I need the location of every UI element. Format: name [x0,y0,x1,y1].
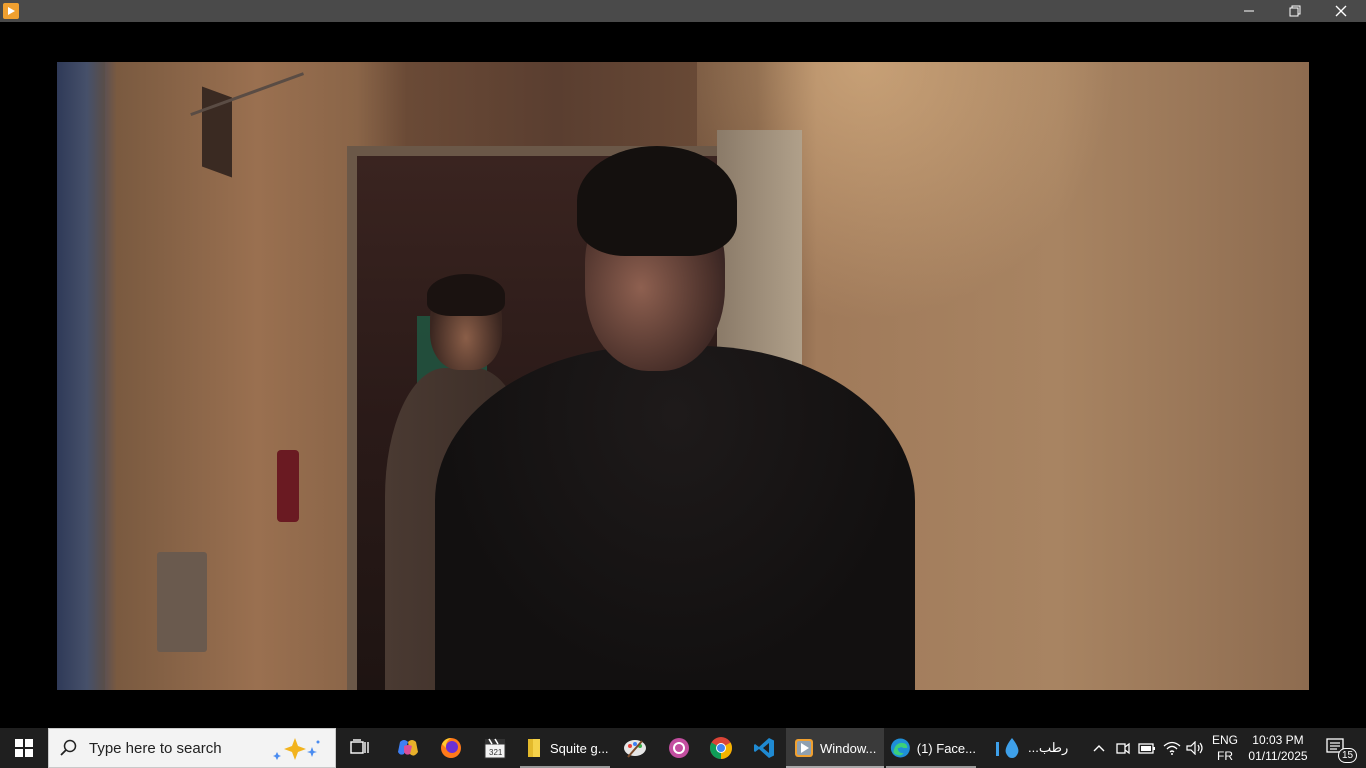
vscode-button[interactable] [742,728,786,768]
media-player-icon [3,3,19,19]
paint-palette-icon [624,740,646,758]
edge-label: (1) Face... [916,740,976,756]
water-app-label: رطب... [1028,740,1069,755]
copilot-icon [398,740,418,756]
wall-fixture [277,450,299,522]
meet-now-button[interactable] [1112,728,1134,768]
media-player-label: Window... [820,740,877,756]
restore-button[interactable] [1272,0,1318,22]
windows-logo-icon [15,739,33,757]
start-button[interactable] [0,728,48,768]
vscode-icon [754,738,774,758]
search-input[interactable] [89,739,269,757]
taskbar-app-media-player[interactable]: Window... [786,728,884,768]
battery-button[interactable] [1136,728,1158,768]
minimize-icon [1244,10,1254,12]
notification-center-button[interactable]: 15 [1318,728,1358,768]
wall-switch [157,552,207,652]
task-view-button[interactable] [340,728,380,768]
close-button[interactable] [1318,0,1364,22]
language-bottom: FR [1216,749,1233,763]
language-switcher[interactable]: ENG FR [1208,728,1242,768]
video-area[interactable] [0,22,1366,728]
chevron-up-icon [1093,745,1105,752]
title-bar [0,0,1366,22]
chrome-button[interactable] [700,728,742,768]
circle-ring-icon [669,738,689,758]
close-icon [1335,5,1347,17]
language-top: ENG [1211,733,1238,747]
notification-count-badge: 15 [1338,748,1358,763]
taskbar-app-edge[interactable]: (1) Face... [886,728,976,768]
firefox-button[interactable] [430,728,472,768]
folder-icon [528,739,540,757]
task-view-icon [350,739,369,754]
left-wall-edge [57,62,105,690]
paint-button[interactable] [614,728,656,768]
clock[interactable]: 10:03 PM 01/11/2025 [1244,728,1312,768]
show-hidden-icons-button[interactable] [1088,728,1110,768]
water-drop-icon [996,738,1019,758]
clock-date: 01/11/2025 [1248,749,1308,763]
chrome-icon [710,737,732,759]
media-player-icon [795,739,813,757]
taskbar-app-water[interactable]: رطب... [990,728,1074,768]
edge-icon [890,738,910,758]
video-editor-button[interactable]: 321 [474,728,516,768]
foreground-person [435,146,915,690]
taskbar-search[interactable] [48,728,336,768]
clock-time: 10:03 PM [1252,733,1304,747]
taskbar-app-file-explorer[interactable]: Squite g... [520,728,610,768]
volume-button[interactable] [1184,728,1206,768]
file-explorer-label: Squite g... [550,740,609,756]
taskbar: 321 Squite g... [0,728,1366,768]
svg-text:321: 321 [489,748,503,757]
restore-icon [1289,5,1301,17]
clapperboard-icon: 321 [484,738,506,759]
minimize-button[interactable] [1226,0,1272,22]
network-button[interactable] [1160,728,1184,768]
circle-app-button[interactable] [658,728,700,768]
copilot-button[interactable] [386,728,430,768]
battery-icon [1138,743,1155,754]
video-frame[interactable] [57,62,1309,690]
sparkle-icon[interactable] [271,736,325,767]
camera-icon [1116,742,1130,755]
firefox-icon [441,738,461,758]
speaker-icon [1186,741,1203,755]
wifi-icon [1163,741,1181,755]
search-icon [49,739,89,757]
